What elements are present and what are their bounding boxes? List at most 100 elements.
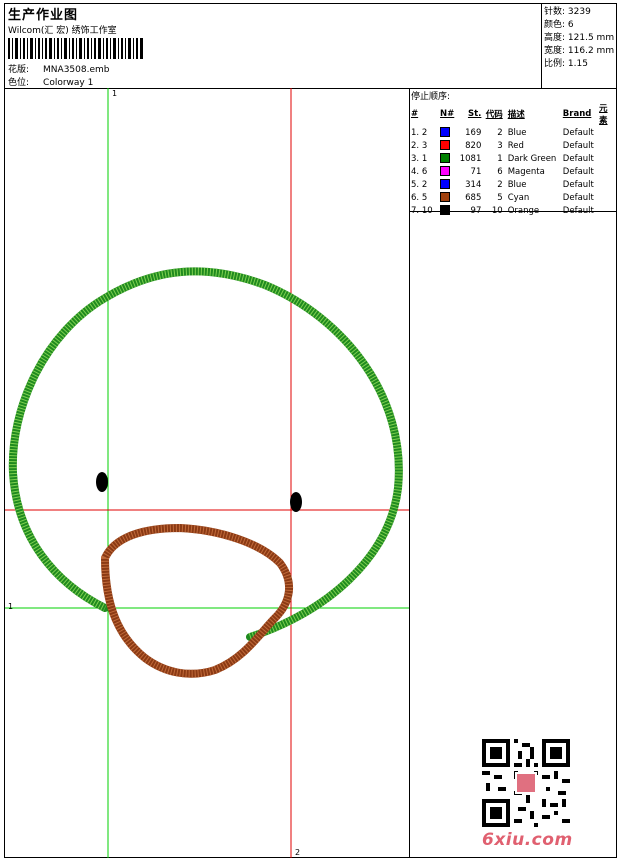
stop-seq: 1. 2: [411, 127, 428, 138]
stop-brand: Default: [562, 179, 594, 190]
col-stitches: St.: [467, 109, 482, 119]
stop-brand: Default: [562, 205, 594, 216]
stop-brand: Default: [562, 140, 594, 151]
stop-code: 2: [497, 179, 503, 190]
stop-desc: Red: [507, 140, 524, 151]
stop-stitches: 71: [470, 166, 482, 177]
stop-row: 5. 2 314 2 Blue Default: [410, 178, 616, 191]
stop-brand: Default: [562, 166, 594, 177]
stop-seq: 7. 10: [411, 205, 433, 216]
stop-element: [598, 204, 616, 217]
stat-scale: 比例: 1.15: [544, 59, 588, 69]
design-filename: MNA3508.emb: [43, 65, 110, 75]
sheet-subtitle: Wilcom(汇 宏) 绣饰工作室: [8, 26, 117, 36]
sheet-title: 生产作业图: [8, 8, 79, 23]
stop-sequence-title: 停止顺序:: [411, 92, 451, 102]
stat-height: 高度: 121.5 mm: [544, 33, 615, 43]
stop-stitches: 169: [465, 127, 482, 138]
stop-code: 10: [491, 205, 503, 216]
stop-seq: 4. 6: [411, 166, 428, 177]
stop-row: 4. 6 71 6 Magenta Default: [410, 165, 616, 178]
stop-code: 6: [497, 166, 503, 177]
stop-stitches: 1081: [459, 153, 482, 164]
stop-desc: Blue: [507, 179, 527, 190]
design-file-line: 花版: MNA3508.emb: [8, 62, 109, 75]
stop-brand: Default: [562, 127, 594, 138]
stop-brand: Default: [562, 192, 594, 203]
stop-element: [598, 152, 616, 165]
stop-desc: Magenta: [507, 166, 545, 177]
outline-stitching: [8, 267, 403, 641]
stop-desc: Blue: [507, 127, 527, 138]
color-swatch: [439, 204, 455, 217]
design-label: 花版:: [8, 65, 30, 75]
guide-label-left: 1: [8, 602, 14, 611]
color-swatch: [439, 126, 455, 139]
stop-element: [598, 126, 616, 139]
color-swatch: [439, 152, 455, 165]
stop-code: 2: [497, 127, 503, 138]
color-swatch: [439, 191, 455, 204]
stop-stitches: 820: [465, 140, 482, 151]
color-swatch: [439, 139, 455, 152]
stop-stitches: 314: [465, 179, 482, 190]
col-desc: 描述: [507, 110, 525, 120]
stop-seq: 6. 5: [411, 192, 428, 203]
stop-seq: 3. 1: [411, 153, 428, 164]
stop-element: [598, 139, 616, 152]
stop-seq: 2. 3: [411, 140, 428, 151]
color-swatch: [439, 165, 455, 178]
stop-table-header: # N# St. 代码 描述 Brand 元素: [410, 102, 616, 126]
stat-colors: 颜色: 6: [544, 20, 574, 30]
right-eye-stitching: [290, 492, 302, 512]
stop-seq: 5. 2: [411, 179, 428, 190]
stop-desc: Orange: [507, 205, 540, 216]
stop-row: 7. 10 97 10 Orange Default: [410, 204, 616, 217]
color-swatch-box: [440, 140, 451, 151]
stop-row: 2. 3 820 3 Red Default: [410, 139, 616, 152]
colorway-label: 色位:: [8, 78, 30, 88]
design-canvas: [5, 88, 409, 858]
color-swatch-box: [440, 192, 451, 203]
stop-row: 6. 5 685 5 Cyan Default: [410, 191, 616, 204]
guide-label-top: 1: [112, 89, 118, 98]
stop-code: 5: [497, 192, 503, 203]
stop-element: [598, 178, 616, 191]
stop-desc: Cyan: [507, 192, 530, 203]
color-swatch-box: [440, 127, 451, 138]
stop-stitches: 685: [465, 192, 482, 203]
col-n: N#: [440, 109, 455, 119]
stop-code: 3: [497, 140, 503, 151]
header-divider: [541, 4, 542, 88]
stop-element: [598, 165, 616, 178]
col-brand: Brand: [562, 109, 592, 119]
watermark-text: 6xiu.com: [482, 830, 573, 850]
col-code: 代码: [485, 110, 503, 120]
design-stats: 针数: 3239 颜色: 6 高度: 121.5 mm 宽度: 116.2 mm…: [544, 6, 614, 71]
stop-stitches: 97: [470, 205, 482, 216]
stat-stitches: 针数: 3239: [544, 7, 591, 17]
production-sheet: 生产作业图 Wilcom(汇 宏) 绣饰工作室 花版: MNA3508.emb 色…: [4, 3, 617, 858]
colorway-line: 色位: Colorway 1: [8, 75, 93, 88]
stop-element: [598, 191, 616, 204]
stat-width: 宽度: 116.2 mm: [544, 46, 615, 56]
color-swatch-box: [440, 153, 451, 164]
guide-label-bottom: 2: [295, 848, 301, 857]
stop-sequence-table: # N# St. 代码 描述 Brand 元素 1. 2 169 2 Blue Defa…: [410, 102, 616, 217]
left-eye-stitching: [96, 472, 108, 492]
colorway-value: Colorway 1: [43, 78, 94, 88]
stop-brand: Default: [562, 153, 594, 164]
qr-code-image: [482, 739, 570, 827]
col-seq: #: [411, 109, 419, 119]
color-swatch: [439, 178, 455, 191]
stop-desc: Dark Green: [507, 153, 557, 164]
color-swatch-box: [440, 205, 451, 216]
stop-row: 3. 1 1081 1 Dark Green Default: [410, 152, 616, 165]
col-element: 元素: [599, 104, 608, 126]
color-swatch-box: [440, 179, 451, 190]
barcode-image: [8, 38, 143, 59]
loop-stitching: [100, 523, 294, 678]
color-swatch-box: [440, 166, 451, 177]
stop-row: 1. 2 169 2 Blue Default: [410, 126, 616, 139]
stop-code: 1: [497, 153, 503, 164]
